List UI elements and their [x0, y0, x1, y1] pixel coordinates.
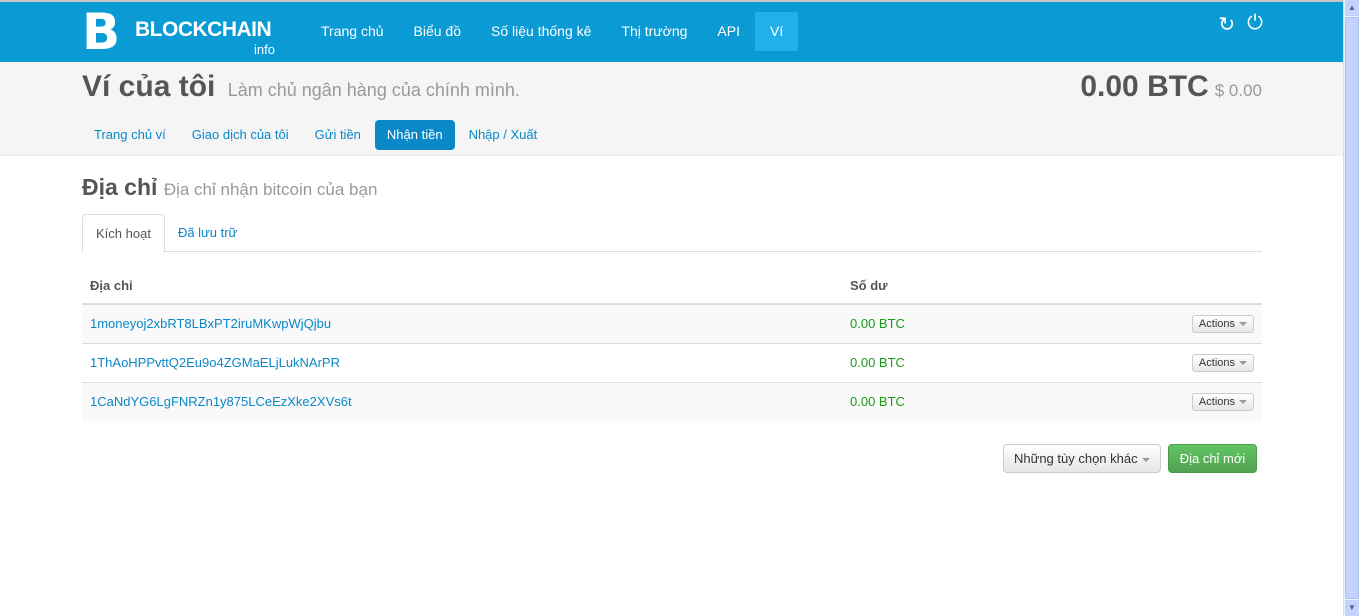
header-balance: Số dư	[842, 267, 1042, 305]
section-title: Địa chỉ	[82, 174, 158, 200]
actions-label: Actions	[1198, 395, 1235, 408]
address-table: Địa chỉ Số dư 1moneyoj2xbRT8LBxPT2iruMKwp…	[82, 267, 1262, 421]
section-subtitle: Địa chỉ nhận bitcoin của bạn	[163, 180, 378, 199]
address-tabs: Kích hoạt Đã lưu trữ	[82, 214, 1262, 253]
balance-btc: 0.00 BTC	[1080, 70, 1209, 103]
refresh-icon[interactable]: ↻	[1218, 12, 1235, 37]
nav-wallet[interactable]: Ví	[755, 12, 799, 51]
pill-receive[interactable]: Nhận tiền	[374, 120, 455, 150]
address-link[interactable]: 1ThAoHPPvttQ2Eu9o4ZGMaELjLukNArPR	[90, 355, 340, 370]
scroll-down-icon[interactable]: ▼	[1345, 600, 1359, 616]
logo-icon: B	[82, 3, 121, 61]
page-subtitle: Làm chủ ngân hàng của chính mình.	[227, 80, 520, 100]
table-row: 1ThAoHPPvttQ2Eu9o4ZGMaELjLukNArPR 0.00 BT…	[82, 342, 1262, 382]
more-options-button[interactable]: Những tùy chọn khác	[1003, 444, 1161, 473]
address-link[interactable]: 1moneyoj2xbRT8LBxPT2iruMKwpWjQjbu	[90, 316, 331, 331]
scroll-up-icon[interactable]: ▲	[1345, 0, 1359, 16]
page-title: Ví của tôi	[82, 70, 216, 103]
tab-archived[interactable]: Đã lưu trữ	[165, 214, 250, 251]
nav-markets[interactable]: Thị trường	[606, 12, 702, 51]
main-nav: Trang chủ Biểu đồ Số liệu thống kê Thị t…	[306, 12, 799, 51]
more-options-label: Những tùy chọn khác	[1014, 451, 1138, 466]
vertical-scrollbar[interactable]: ▲ ▼	[1343, 0, 1359, 616]
page: B BLOCKCHAIN info Trang chủ Biểu đồ Số l…	[0, 0, 1343, 616]
table-row: 1CaNdYG6LgFNRZn1y875LCeEzXke2XVs6t 0.00 B…	[82, 381, 1262, 421]
actions-label: Actions	[1198, 356, 1235, 369]
actions-button[interactable]: Actions	[1191, 353, 1254, 372]
caret-down-icon	[1239, 399, 1247, 404]
power-icon[interactable]: ⏻	[1247, 12, 1263, 37]
wallet-header: Ví của tôi Làm chủ ngân hàng của chính m…	[0, 62, 1343, 156]
tab-active[interactable]: Kích hoạt	[82, 214, 165, 253]
logo-sub: info	[254, 42, 275, 57]
address-balance: 0.00 BTC	[842, 342, 1042, 382]
caret-down-icon	[1239, 360, 1247, 365]
pill-transactions[interactable]: Giao dịch của tôi	[180, 120, 301, 150]
table-row: 1moneyoj2xbRT8LBxPT2iruMKwpWjQjbu 0.00 BT…	[82, 303, 1262, 343]
nav-api[interactable]: API	[702, 12, 755, 51]
pill-send[interactable]: Gửi tiền	[303, 120, 373, 150]
new-address-button[interactable]: Địa chỉ mới	[1168, 444, 1257, 473]
caret-down-icon	[1141, 457, 1150, 462]
actions-label: Actions	[1198, 317, 1235, 330]
actions-button[interactable]: Actions	[1191, 392, 1254, 411]
scrollbar-thumb[interactable]	[1345, 17, 1359, 599]
pill-import-export[interactable]: Nhập / Xuất	[457, 120, 550, 150]
nav-home[interactable]: Trang chủ	[306, 12, 399, 51]
balance-usd: $ 0.00	[1214, 81, 1262, 100]
nav-stats[interactable]: Số liệu thống kê	[476, 12, 606, 51]
address-link[interactable]: 1CaNdYG6LgFNRZn1y875LCeEzXke2XVs6t	[90, 394, 352, 409]
address-balance: 0.00 BTC	[842, 381, 1042, 421]
wallet-nav: Trang chủ ví Giao dịch của tôi Gửi tiền …	[82, 120, 549, 150]
actions-button[interactable]: Actions	[1191, 314, 1254, 333]
navbar: B BLOCKCHAIN info Trang chủ Biểu đồ Số l…	[0, 2, 1343, 62]
pill-wallet-home[interactable]: Trang chủ ví	[82, 120, 178, 150]
nav-charts[interactable]: Biểu đồ	[399, 12, 476, 51]
blockchain-logo[interactable]: B BLOCKCHAIN info	[82, 6, 282, 58]
header-address: Địa chỉ	[82, 267, 842, 305]
address-balance: 0.00 BTC	[842, 303, 1042, 343]
logo-name: BLOCKCHAIN	[135, 18, 272, 41]
caret-down-icon	[1239, 321, 1247, 326]
